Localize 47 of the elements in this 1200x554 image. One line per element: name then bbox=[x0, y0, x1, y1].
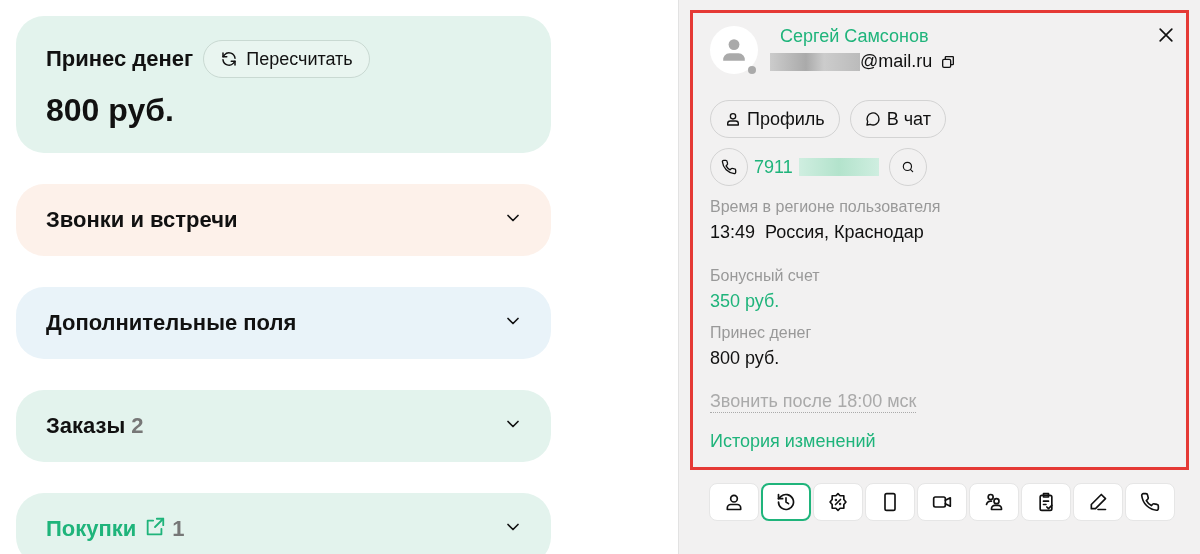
field-label: Время в регионе пользователя bbox=[710, 198, 942, 216]
person-icon bbox=[724, 492, 744, 512]
call-button[interactable] bbox=[710, 148, 748, 186]
recalculate-button[interactable]: Пересчитать bbox=[203, 40, 370, 78]
section-title: Дополнительные поля bbox=[46, 310, 297, 336]
card-title: Принес денег bbox=[46, 46, 194, 72]
search-button[interactable] bbox=[888, 148, 927, 186]
field-label: Принес денег bbox=[710, 324, 813, 342]
phone-icon bbox=[721, 159, 737, 175]
phone-text: 7911 bbox=[754, 156, 793, 178]
person-silhouette-icon bbox=[721, 37, 747, 63]
amount-text: 800 руб. bbox=[46, 92, 175, 129]
accordion-section[interactable]: Дополнительные поля bbox=[16, 287, 551, 359]
pencil-icon bbox=[1088, 492, 1108, 512]
section-title: Заказы bbox=[46, 413, 126, 439]
field-value: 350 руб. bbox=[710, 291, 781, 312]
call-note: Звонить после 18:00 мск bbox=[710, 391, 917, 413]
external-link-icon bbox=[144, 516, 167, 538]
profile-button[interactable]: Профиль bbox=[710, 100, 840, 138]
person-icon bbox=[725, 111, 741, 127]
two-people-icon bbox=[984, 492, 1004, 512]
count-text: 2 bbox=[131, 413, 144, 439]
clock-history-icon bbox=[776, 492, 796, 512]
percent-badge-icon bbox=[828, 492, 848, 512]
accordion-section[interactable]: Заказы 2 bbox=[16, 390, 551, 462]
close-button[interactable] bbox=[1156, 25, 1176, 45]
chat-button[interactable]: В чат bbox=[849, 100, 946, 138]
copy-icon bbox=[940, 53, 957, 70]
section-title: Покупки bbox=[46, 516, 137, 542]
email-text: @mail.ru bbox=[860, 51, 933, 72]
copy-button[interactable] bbox=[940, 53, 957, 70]
speech-bubble-icon bbox=[864, 111, 881, 127]
refresh-icon bbox=[220, 50, 239, 68]
phone-icon bbox=[1140, 492, 1160, 512]
search-icon bbox=[900, 160, 915, 174]
close-icon bbox=[1156, 25, 1176, 45]
clipboard-check-icon bbox=[1036, 492, 1056, 512]
accordion-section[interactable]: Звонки и встречи bbox=[16, 184, 551, 256]
field-value: 800 руб. bbox=[710, 348, 781, 369]
field-label: Бонусный счет bbox=[710, 267, 821, 285]
section-title: Звонки и встречи bbox=[46, 207, 238, 233]
count-text: 1 bbox=[172, 516, 185, 542]
toolbar-button[interactable] bbox=[761, 483, 811, 521]
accordion-section[interactable]: Покупки 1 bbox=[16, 493, 551, 554]
status-dot bbox=[748, 66, 756, 74]
contact-name: Сергей Самсонов bbox=[780, 26, 930, 47]
field-value: 13:49 Россия, Краснодар bbox=[710, 222, 925, 243]
